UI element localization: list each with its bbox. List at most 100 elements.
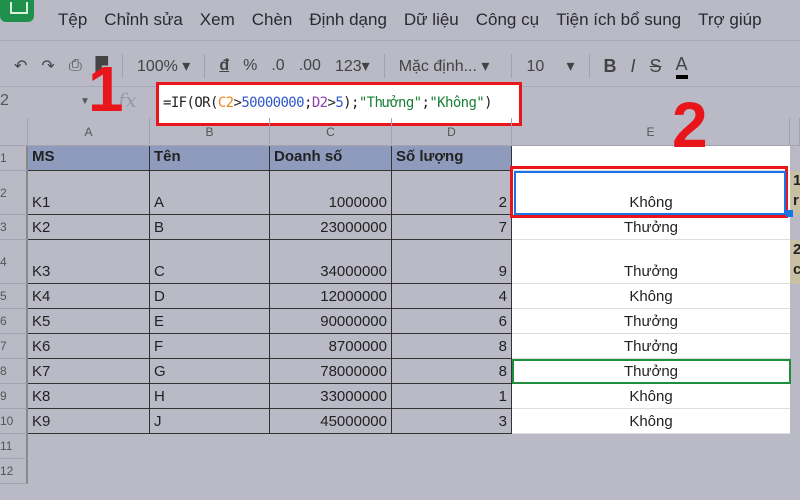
table-cell[interactable]: K8 [28,384,150,409]
menu-item[interactable]: Tệp [58,10,87,30]
table-cell[interactable]: 7 [392,215,512,240]
table-cell[interactable]: E [150,309,270,334]
header-cell[interactable]: Số lượng [392,146,512,171]
font-size-select[interactable]: 10 ▾ [526,56,574,76]
header-cell[interactable]: MS [28,146,150,171]
table-cell[interactable]: 3 [392,409,512,434]
print-icon[interactable]: ⎙ [69,57,82,75]
result-cell[interactable]: Không [512,409,790,434]
result-cell[interactable]: Không [512,284,790,309]
side-cell-fragment[interactable]: 2c [790,240,800,284]
menu-item[interactable]: Trợ giúp [698,10,761,30]
header-cell[interactable]: Doanh số [270,146,392,171]
table-cell[interactable]: 12000000 [270,284,392,309]
divider [383,54,385,78]
result-cell[interactable]: Không [512,384,790,409]
table-cell[interactable]: B [150,215,270,240]
row-header-9[interactable]: 9 [0,384,28,409]
table-cell[interactable]: H [150,384,270,409]
table-cell[interactable]: 8700000 [270,334,392,359]
table-cell[interactable]: K5 [28,309,150,334]
menu-item[interactable]: Tiện ích bổ sung [556,10,681,30]
menu-item[interactable]: Chỉnh sửa [104,10,182,30]
text-color-button[interactable]: A [675,54,688,79]
percent-button[interactable]: % [243,57,257,75]
strikethrough-button[interactable]: S [650,56,662,77]
row-header-8[interactable]: 8 [0,359,28,384]
decrease-decimal-button[interactable]: .0 [271,57,284,75]
table-cell[interactable]: 78000000 [270,359,392,384]
table-cell[interactable]: 4 [392,284,512,309]
table-cell[interactable]: 34000000 [270,240,392,284]
undo-icon[interactable]: ↶ [14,56,27,76]
result-cell[interactable]: Không [512,171,790,215]
column-header-B[interactable]: B [150,118,270,146]
row-header-3[interactable]: 3 [0,215,28,240]
number-format-select[interactable]: 123▾ [335,56,370,76]
table-cell[interactable]: K4 [28,284,150,309]
name-box[interactable]: 2 ▼ [0,92,90,110]
row-header-7[interactable]: 7 [0,334,28,359]
currency-button[interactable]: đ [219,57,229,75]
menu-item[interactable]: Công cụ [476,10,539,30]
result-cell[interactable]: Thưởng [512,309,790,334]
divider [511,54,513,78]
column-header-F[interactable] [790,118,800,146]
sheets-logo[interactable] [0,0,34,22]
table-cell[interactable]: 1000000 [270,171,392,215]
row-header-10[interactable]: 10 [0,409,28,434]
cell-E1[interactable] [512,146,790,171]
zoom-select[interactable]: 100% ▾ [137,56,190,76]
italic-button[interactable]: I [631,56,636,77]
table-cell[interactable]: 2 [392,171,512,215]
column-header-E[interactable]: E [512,118,790,146]
table-cell[interactable]: K3 [28,240,150,284]
increase-decimal-button[interactable]: .00 [299,57,321,75]
table-cell[interactable]: K7 [28,359,150,384]
menu-item[interactable]: Xem [200,10,235,30]
column-header-D[interactable]: D [392,118,512,146]
side-cell-fragment[interactable]: 1r [790,171,800,215]
table-cell[interactable]: 8 [392,359,512,384]
menu-item[interactable]: Chèn [252,10,293,30]
table-cell[interactable]: 33000000 [270,384,392,409]
table-cell[interactable]: J [150,409,270,434]
table-cell[interactable]: 45000000 [270,409,392,434]
column-header-C[interactable]: C [270,118,392,146]
menu-item[interactable]: Dữ liệu [404,10,459,30]
result-cell[interactable]: Thưởng [512,215,790,240]
row-header-2[interactable]: 2 [0,171,28,215]
row-header-4[interactable]: 4 [0,240,28,284]
table-cell[interactable]: K6 [28,334,150,359]
row-header-6[interactable]: 6 [0,309,28,334]
table-cell[interactable]: K9 [28,409,150,434]
table-cell[interactable]: C [150,240,270,284]
table-cell[interactable]: 1 [392,384,512,409]
header-cell[interactable]: Tên [150,146,270,171]
table-cell[interactable]: D [150,284,270,309]
table-cell[interactable]: 8 [392,334,512,359]
result-cell[interactable]: Thưởng [512,334,790,359]
table-cell[interactable]: 6 [392,309,512,334]
menu-item[interactable]: Định dạng [309,10,387,30]
fill-handle[interactable] [786,210,793,217]
table-cell[interactable]: 9 [392,240,512,284]
bold-button[interactable]: B [604,56,617,77]
table-cell[interactable]: K2 [28,215,150,240]
table-cell[interactable]: 90000000 [270,309,392,334]
row-header-1[interactable]: 1 [0,146,28,171]
row-header-12[interactable]: 12 [0,459,28,484]
table-cell[interactable]: F [150,334,270,359]
table-cell[interactable]: A [150,171,270,215]
font-select[interactable]: Mặc định... ▾ [399,56,490,76]
row-header-5[interactable]: 5 [0,284,28,309]
row-header-11[interactable]: 11 [0,434,28,459]
result-cell[interactable]: Thưởng [512,240,790,284]
table-cell[interactable]: G [150,359,270,384]
result-cell[interactable]: Thưởng [512,359,790,384]
table-cell[interactable]: K1 [28,171,150,215]
corner-cell[interactable] [0,118,28,146]
font-size-label: 10 [526,58,545,75]
table-cell[interactable]: 23000000 [270,215,392,240]
redo-icon[interactable]: ↷ [41,56,54,76]
